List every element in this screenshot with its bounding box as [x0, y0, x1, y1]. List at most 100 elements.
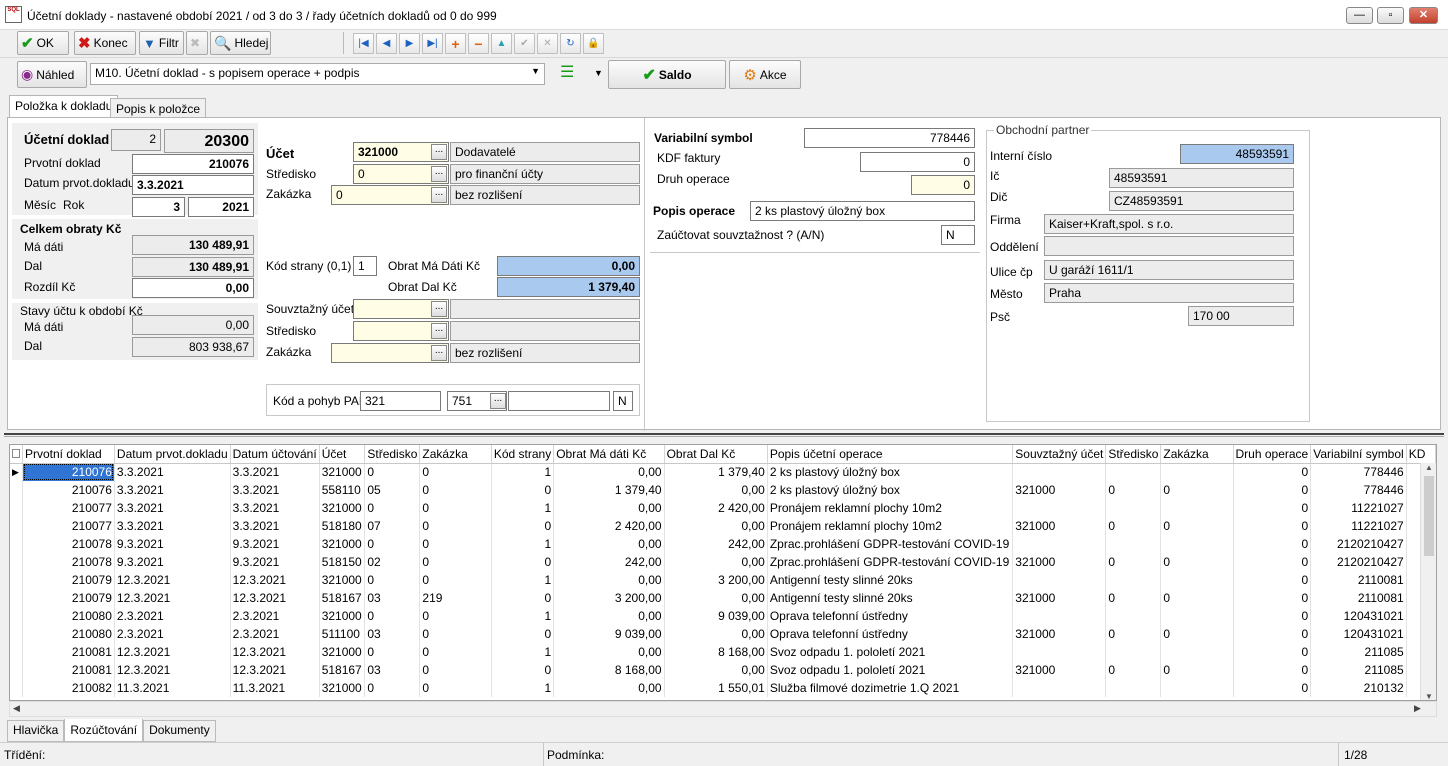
ok-button[interactable]: ✔ OK — [17, 31, 69, 55]
konec-button[interactable]: ✖ Konec — [74, 31, 136, 55]
table-row[interactable]: 210079 12.3.2021 12.3.2021 518167 03 219 0 3 20… — [10, 589, 1436, 607]
table-cell[interactable]: 518167 — [319, 661, 366, 679]
table-cell[interactable]: 3.3.2021 — [114, 517, 231, 535]
tab-rozuctovani[interactable]: Rozúčtování — [64, 719, 144, 742]
table-cell[interactable] — [1012, 499, 1107, 517]
table-cell[interactable]: 2 420,00 — [664, 499, 768, 517]
table-cell[interactable]: 0 — [419, 571, 492, 589]
table-cell[interactable]: 0,00 — [553, 643, 665, 661]
table-cell[interactable]: 2120210427 — [1310, 535, 1407, 553]
table-cell[interactable]: 210077 — [22, 499, 115, 517]
table-cell[interactable]: 778446 — [1310, 463, 1407, 481]
column-header[interactable]: Středisko — [364, 445, 421, 464]
table-cell[interactable]: Zprac.prohlášení GDPR-testování COVID-19 — [767, 553, 1014, 571]
table-cell[interactable]: 321000 — [319, 679, 366, 697]
dropdown-arrow-icon[interactable]: ▼ — [594, 68, 603, 78]
insert-record-icon[interactable]: + — [445, 33, 466, 54]
table-cell[interactable]: 321000 — [1012, 517, 1107, 535]
table-cell[interactable]: 9.3.2021 — [114, 553, 231, 571]
table-cell[interactable]: 0 — [1105, 481, 1162, 499]
interni-cislo-field[interactable]: 48593591 — [1180, 144, 1294, 164]
column-header[interactable]: Obrat Dal Kč — [664, 445, 768, 464]
table-cell[interactable]: 0 — [419, 679, 492, 697]
table-cell[interactable]: 0 — [1233, 679, 1312, 697]
table-cell[interactable]: 0 — [1105, 661, 1162, 679]
table-cell[interactable] — [1012, 535, 1107, 553]
table-cell[interactable]: 05 — [364, 481, 421, 499]
table-cell[interactable]: 2.3.2021 — [114, 607, 231, 625]
table-cell[interactable]: 321000 — [319, 535, 366, 553]
table-cell[interactable]: 0 — [491, 481, 555, 499]
table-cell[interactable]: 1 — [491, 535, 555, 553]
table-cell[interactable]: 0 — [419, 481, 492, 499]
lock-icon[interactable]: 🔒 — [583, 33, 604, 54]
table-cell[interactable] — [1105, 499, 1162, 517]
close-button[interactable]: ✕ — [1409, 7, 1438, 24]
table-cell[interactable]: 0 — [419, 463, 492, 481]
table-cell[interactable] — [1160, 535, 1234, 553]
table-cell[interactable]: 0 — [491, 517, 555, 535]
table-cell[interactable]: 321000 — [319, 643, 366, 661]
scroll-up-icon[interactable]: ▲ — [1421, 463, 1436, 472]
table-cell[interactable]: Svoz odpadu 1. pololetí 2021 — [767, 661, 1014, 679]
stredisko-lookup-button[interactable]: ... — [431, 166, 447, 182]
table-cell[interactable]: 0,00 — [553, 571, 665, 589]
pap-lookup-button[interactable]: ... — [490, 393, 506, 409]
table-cell[interactable]: 321000 — [319, 463, 366, 481]
table-cell[interactable]: 0 — [419, 625, 492, 643]
cancel-record-icon[interactable]: ✕ — [537, 33, 558, 54]
table-cell[interactable]: 210076 — [22, 463, 115, 481]
table-cell[interactable]: 210079 — [22, 589, 115, 607]
table-cell[interactable] — [1012, 679, 1107, 697]
table-cell[interactable]: 518150 — [319, 553, 366, 571]
table-cell[interactable]: 0 — [364, 463, 421, 481]
table-cell[interactable]: 321000 — [1012, 481, 1107, 499]
table-cell[interactable]: 2 ks plastový úložný box — [767, 463, 1014, 481]
table-cell[interactable] — [1105, 571, 1162, 589]
table-cell[interactable]: 511100 — [319, 625, 366, 643]
table-cell[interactable]: 8 168,00 — [664, 643, 768, 661]
table-cell[interactable]: 0 — [419, 517, 492, 535]
table-cell[interactable] — [1012, 643, 1107, 661]
table-cell[interactable] — [1012, 571, 1107, 589]
list-icon[interactable]: ☰ — [560, 65, 574, 81]
table-cell[interactable]: 9.3.2021 — [230, 535, 320, 553]
souv-stredisko-lookup-button[interactable]: ... — [431, 323, 447, 339]
table-cell[interactable]: 0,00 — [553, 535, 665, 553]
column-header[interactable]: KD — [1406, 445, 1436, 464]
table-cell[interactable] — [1105, 463, 1162, 481]
table-cell[interactable]: 1 — [491, 607, 555, 625]
table-cell[interactable]: 0 — [419, 661, 492, 679]
column-header[interactable]: Zakázka — [419, 445, 492, 464]
table-cell[interactable]: 9 039,00 — [664, 607, 768, 625]
table-cell[interactable]: 9.3.2021 — [230, 553, 320, 571]
table-cell[interactable]: 210082 — [22, 679, 115, 697]
table-cell[interactable]: 0 — [491, 661, 555, 679]
table-cell[interactable]: 0 — [1105, 517, 1162, 535]
scroll-left-icon[interactable]: ◀ — [13, 703, 20, 714]
pap-flag-field[interactable]: N — [613, 391, 633, 411]
table-cell[interactable]: 12.3.2021 — [230, 661, 320, 679]
table-cell[interactable]: 12.3.2021 — [114, 661, 231, 679]
table-cell[interactable]: 321000 — [319, 607, 366, 625]
table-cell[interactable]: 210081 — [22, 643, 115, 661]
table-cell[interactable]: 219 — [419, 589, 492, 607]
table-cell[interactable]: 0,00 — [553, 607, 665, 625]
table-cell[interactable]: Svoz odpadu 1. pololetí 2021 — [767, 643, 1014, 661]
table-cell[interactable]: 210078 — [22, 553, 115, 571]
table-cell[interactable]: 0 — [419, 499, 492, 517]
table-cell[interactable]: 1 — [491, 571, 555, 589]
table-cell[interactable]: 2 420,00 — [553, 517, 665, 535]
table-row[interactable]: 210077 3.3.2021 3.3.2021 321000 0 0 1 0,00 2 420… — [10, 499, 1436, 517]
nahled-button[interactable]: ◉ Náhled — [17, 61, 87, 88]
table-cell[interactable]: 321000 — [319, 499, 366, 517]
table-cell[interactable]: 3.3.2021 — [114, 499, 231, 517]
table-cell[interactable]: 210080 — [22, 625, 115, 643]
column-header[interactable]: Prvotní doklad — [22, 445, 115, 464]
table-cell[interactable]: 0 — [1233, 517, 1312, 535]
table-cell[interactable]: 120431021 — [1310, 607, 1407, 625]
akce-button[interactable]: ⚙ Akce — [729, 60, 801, 89]
horizontal-scrollbar[interactable]: ◀ ▶ — [9, 701, 1437, 717]
table-cell[interactable]: 0,00 — [553, 679, 665, 697]
delete-record-icon[interactable]: − — [468, 33, 489, 54]
